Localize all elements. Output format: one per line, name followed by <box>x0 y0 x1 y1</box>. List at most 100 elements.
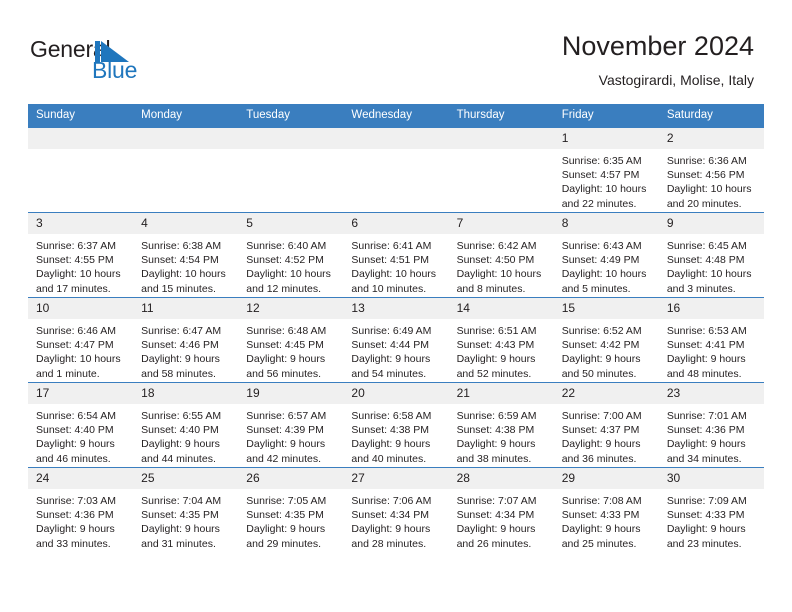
sunset-text: Sunset: 4:35 PM <box>141 509 219 522</box>
calendar-day-cell[interactable]: 9 Sunrise: 6:45 AM Sunset: 4:48 PM Daylight… <box>658 212 764 298</box>
calendar-day-cell[interactable]: 23 Sunrise: 7:01 AM Sunset: 4:36 PM Dayligh… <box>658 382 764 468</box>
calendar-day-cell-empty <box>448 127 554 213</box>
sunset-text: Sunset: 4:39 PM <box>246 424 324 437</box>
sunset-text: Sunset: 4:56 PM <box>666 169 745 182</box>
sunrise-text: Sunrise: 6:52 AM <box>561 325 642 337</box>
daylight-text: Daylight: 9 hours and 54 minutes. <box>351 353 431 380</box>
calendar-day-cell[interactable]: 20 Sunrise: 6:58 AM Sunset: 4:38 PM Dayligh… <box>343 382 449 468</box>
calendar-day-cell[interactable]: 10 Sunrise: 6:46 AM Sunset: 4:47 PM Dayligh… <box>28 297 134 383</box>
calendar-day-cell-empty <box>343 127 449 213</box>
daylight-text: Daylight: 10 hours and 15 minutes. <box>141 268 226 295</box>
daylight-text: Daylight: 9 hours and 34 minutes. <box>666 438 746 465</box>
calendar-day-cell[interactable]: 12 Sunrise: 6:48 AM Sunset: 4:45 PM Dayligh… <box>238 297 344 383</box>
daylight-text: Daylight: 9 hours and 40 minutes. <box>351 438 431 465</box>
weekday-header-thursday: Thursday <box>448 104 554 128</box>
calendar-day-cell[interactable]: 19 Sunrise: 6:57 AM Sunset: 4:39 PM Dayligh… <box>238 382 344 468</box>
day-sun-info: Sunrise: 7:07 AM Sunset: 4:34 PM Daylight:… <box>449 489 554 551</box>
day-number: 10 <box>28 298 134 319</box>
day-number: 28 <box>448 468 554 489</box>
calendar-day-cell[interactable]: 14 Sunrise: 6:51 AM Sunset: 4:43 PM Dayligh… <box>448 297 554 383</box>
calendar-body: 1 Sunrise: 6:35 AM Sunset: 4:57 PM Daylight… <box>28 127 764 552</box>
sunset-text: Sunset: 4:47 PM <box>36 339 114 352</box>
day-sun-info: Sunrise: 6:53 AM Sunset: 4:41 PM Daylight:… <box>659 319 764 381</box>
sunrise-text: Sunrise: 6:48 AM <box>246 325 327 337</box>
day-number <box>343 128 449 149</box>
sunrise-text: Sunrise: 6:58 AM <box>351 410 432 422</box>
page-subtitle: Vastogirardi, Molise, Italy <box>598 72 754 88</box>
sunrise-text: Sunrise: 6:40 AM <box>246 240 327 252</box>
sunset-text: Sunset: 4:37 PM <box>561 424 640 437</box>
calendar-day-cell[interactable]: 24 Sunrise: 7:03 AM Sunset: 4:36 PM Dayligh… <box>28 467 134 552</box>
calendar-day-cell[interactable]: 30 Sunrise: 7:09 AM Sunset: 4:33 PM Dayligh… <box>658 467 764 552</box>
day-number: 13 <box>343 298 449 319</box>
calendar-day-cell[interactable]: 8 Sunrise: 6:43 AM Sunset: 4:49 PM Daylight… <box>553 212 659 298</box>
weekday-header-tuesday: Tuesday <box>238 104 344 128</box>
day-sun-info: Sunrise: 6:43 AM Sunset: 4:49 PM Daylight:… <box>554 234 659 296</box>
daylight-text: Daylight: 9 hours and 23 minutes. <box>666 523 746 550</box>
day-sun-info: Sunrise: 7:00 AM Sunset: 4:37 PM Daylight:… <box>554 404 659 466</box>
daylight-text: Daylight: 9 hours and 48 minutes. <box>666 353 746 380</box>
daylight-text: Daylight: 10 hours and 22 minutes. <box>561 183 647 210</box>
day-number: 11 <box>133 298 239 319</box>
calendar-day-cell[interactable]: 16 Sunrise: 6:53 AM Sunset: 4:41 PM Dayligh… <box>658 297 764 383</box>
calendar-day-cell[interactable]: 15 Sunrise: 6:52 AM Sunset: 4:42 PM Dayligh… <box>553 297 659 383</box>
calendar-day-cell[interactable]: 28 Sunrise: 7:07 AM Sunset: 4:34 PM Dayligh… <box>448 467 554 552</box>
calendar-day-cell[interactable]: 5 Sunrise: 6:40 AM Sunset: 4:52 PM Daylight… <box>238 212 344 298</box>
sunset-text: Sunset: 4:45 PM <box>246 339 324 352</box>
day-number <box>238 128 344 149</box>
sunset-text: Sunset: 4:40 PM <box>36 424 114 437</box>
page-header: General Blue November 2024 Vastogirardi,… <box>0 0 792 104</box>
calendar-day-cell[interactable]: 29 Sunrise: 7:08 AM Sunset: 4:33 PM Dayligh… <box>553 467 659 552</box>
sunrise-text: Sunrise: 6:49 AM <box>351 325 432 337</box>
day-sun-info: Sunrise: 7:01 AM Sunset: 4:36 PM Daylight:… <box>659 404 764 466</box>
calendar-day-cell[interactable]: 2 Sunrise: 6:36 AM Sunset: 4:56 PM Daylight… <box>658 127 764 213</box>
sunrise-text: Sunrise: 6:46 AM <box>36 325 116 337</box>
sunset-text: Sunset: 4:50 PM <box>456 254 535 267</box>
sunrise-text: Sunrise: 6:51 AM <box>456 325 537 337</box>
sunrise-text: Sunrise: 7:04 AM <box>141 495 222 507</box>
sunrise-text: Sunrise: 7:03 AM <box>36 495 116 507</box>
calendar-day-cell[interactable]: 22 Sunrise: 7:00 AM Sunset: 4:37 PM Dayligh… <box>553 382 659 468</box>
daylight-text: Daylight: 9 hours and 26 minutes. <box>456 523 536 550</box>
day-sun-info: Sunrise: 6:41 AM Sunset: 4:51 PM Daylight:… <box>343 234 448 296</box>
calendar-day-cell[interactable]: 7 Sunrise: 6:42 AM Sunset: 4:50 PM Daylight… <box>448 212 554 298</box>
day-number: 9 <box>658 213 764 234</box>
day-sun-info: Sunrise: 6:57 AM Sunset: 4:39 PM Daylight:… <box>238 404 343 466</box>
sunset-text: Sunset: 4:51 PM <box>351 254 430 267</box>
sunrise-text: Sunrise: 6:45 AM <box>666 240 747 252</box>
day-number: 30 <box>658 468 764 489</box>
calendar-day-cell[interactable]: 18 Sunrise: 6:55 AM Sunset: 4:40 PM Dayligh… <box>133 382 239 468</box>
day-sun-info: Sunrise: 6:38 AM Sunset: 4:54 PM Daylight:… <box>133 234 238 296</box>
sunrise-text: Sunrise: 7:00 AM <box>561 410 642 422</box>
brand-name-blue: Blue <box>92 57 138 83</box>
weekday-header-saturday: Saturday <box>658 104 764 128</box>
sunset-text: Sunset: 4:38 PM <box>351 424 430 437</box>
calendar-day-cell[interactable]: 21 Sunrise: 6:59 AM Sunset: 4:38 PM Dayligh… <box>448 382 554 468</box>
calendar-day-cell[interactable]: 27 Sunrise: 7:06 AM Sunset: 4:34 PM Dayligh… <box>343 467 449 552</box>
calendar-week-row: 3 Sunrise: 6:37 AM Sunset: 4:55 PM Daylight… <box>28 212 764 298</box>
day-number: 12 <box>238 298 344 319</box>
day-sun-info: Sunrise: 6:47 AM Sunset: 4:46 PM Daylight:… <box>133 319 238 381</box>
day-number: 6 <box>343 213 449 234</box>
day-sun-info: Sunrise: 6:35 AM Sunset: 4:57 PM Daylight:… <box>554 149 659 211</box>
calendar-day-cell[interactable]: 13 Sunrise: 6:49 AM Sunset: 4:44 PM Dayligh… <box>343 297 449 383</box>
calendar-day-cell[interactable]: 26 Sunrise: 7:05 AM Sunset: 4:35 PM Dayligh… <box>238 467 344 552</box>
calendar-week-row: 24 Sunrise: 7:03 AM Sunset: 4:36 PM Dayligh… <box>28 467 764 552</box>
day-sun-info: Sunrise: 7:08 AM Sunset: 4:33 PM Daylight:… <box>554 489 659 551</box>
calendar-day-cell[interactable]: 6 Sunrise: 6:41 AM Sunset: 4:51 PM Daylight… <box>343 212 449 298</box>
sunset-text: Sunset: 4:46 PM <box>141 339 219 352</box>
daylight-text: Daylight: 9 hours and 56 minutes. <box>246 353 326 380</box>
calendar-day-cell[interactable]: 11 Sunrise: 6:47 AM Sunset: 4:46 PM Dayligh… <box>133 297 239 383</box>
calendar-day-cell[interactable]: 17 Sunrise: 6:54 AM Sunset: 4:40 PM Dayligh… <box>28 382 134 468</box>
calendar-header-row: Sunday Monday Tuesday Wednesday Thursday… <box>28 104 764 128</box>
brand-logo[interactable]: General Blue <box>30 36 250 86</box>
daylight-text: Daylight: 9 hours and 50 minutes. <box>561 353 641 380</box>
calendar-week-row: 17 Sunrise: 6:54 AM Sunset: 4:40 PM Dayligh… <box>28 382 764 468</box>
calendar-day-cell[interactable]: 3 Sunrise: 6:37 AM Sunset: 4:55 PM Daylight… <box>28 212 134 298</box>
day-sun-info: Sunrise: 6:36 AM Sunset: 4:56 PM Daylight:… <box>659 149 764 211</box>
day-sun-info: Sunrise: 6:37 AM Sunset: 4:55 PM Daylight:… <box>28 234 133 296</box>
calendar-day-cell[interactable]: 4 Sunrise: 6:38 AM Sunset: 4:54 PM Daylight… <box>133 212 239 298</box>
calendar-day-cell[interactable]: 1 Sunrise: 6:35 AM Sunset: 4:57 PM Daylight… <box>553 127 659 213</box>
calendar-day-cell[interactable]: 25 Sunrise: 7:04 AM Sunset: 4:35 PM Dayligh… <box>133 467 239 552</box>
day-sun-info: Sunrise: 7:05 AM Sunset: 4:35 PM Daylight:… <box>238 489 343 551</box>
